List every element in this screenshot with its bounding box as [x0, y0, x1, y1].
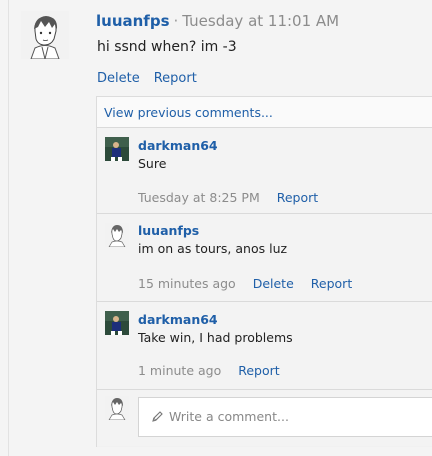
comment-item: darkman64 Take win, I had problems 1 min…: [97, 302, 432, 390]
divider: [8, 0, 9, 456]
write-comment-placeholder: Write a comment...: [169, 409, 289, 424]
comment-report-link[interactable]: Report: [311, 276, 352, 291]
comment-text: Sure: [138, 156, 167, 171]
comment-timestamp[interactable]: Tuesday at 8:25 PM: [138, 190, 260, 205]
post-delete-link[interactable]: Delete: [97, 71, 140, 86]
comment-thread: View previous comments... darkman64 Sure…: [96, 96, 432, 447]
current-user-avatar: [105, 396, 129, 420]
post-author-link[interactable]: luuanfps: [96, 12, 170, 30]
comment-meta: Tuesday at 8:25 PM Report: [138, 190, 318, 205]
post-actions: Delete Report: [97, 71, 197, 86]
post-header: luuanfps · Tuesday at 11:01 AM: [96, 12, 339, 30]
comment-report-link[interactable]: Report: [238, 363, 279, 378]
write-comment-input[interactable]: Write a comment...: [138, 397, 432, 437]
comment-meta: 1 minute ago Report: [138, 363, 280, 378]
view-previous-link[interactable]: View previous comments...: [104, 105, 273, 120]
commenter-avatar[interactable]: [105, 137, 129, 161]
commenter-avatar[interactable]: [105, 223, 129, 247]
comment-composer: Write a comment...: [97, 390, 432, 446]
comment-timestamp[interactable]: 1 minute ago: [138, 363, 221, 378]
post-text: hi ssnd when? im -3: [97, 39, 237, 55]
commenter-avatar[interactable]: [105, 311, 129, 335]
pencil-icon: [152, 411, 163, 422]
comment-text: Take win, I had problems: [138, 330, 293, 345]
comment-item: luuanfps im on as tours, anos luz 15 min…: [97, 214, 432, 302]
comment-report-link[interactable]: Report: [277, 190, 318, 205]
page: luuanfps · Tuesday at 11:01 AM hi ssnd whe…: [0, 0, 432, 456]
comment-author-link[interactable]: luuanfps: [138, 223, 199, 238]
comment-author-link[interactable]: darkman64: [138, 138, 218, 153]
post-report-link[interactable]: Report: [154, 71, 197, 86]
comment-delete-link[interactable]: Delete: [253, 276, 294, 291]
post-avatar[interactable]: [21, 11, 69, 59]
comment-text: im on as tours, anos luz: [138, 241, 288, 256]
comment-item: darkman64 Sure Tuesday at 8:25 PM Report: [97, 128, 432, 214]
comment-timestamp[interactable]: 15 minutes ago: [138, 276, 236, 291]
post-timestamp[interactable]: Tuesday at 11:01 AM: [182, 12, 339, 30]
view-previous-comments[interactable]: View previous comments...: [97, 97, 432, 128]
separator: ·: [173, 12, 179, 30]
comment-meta: 15 minutes ago Delete Report: [138, 276, 352, 291]
comment-author-link[interactable]: darkman64: [138, 312, 218, 327]
